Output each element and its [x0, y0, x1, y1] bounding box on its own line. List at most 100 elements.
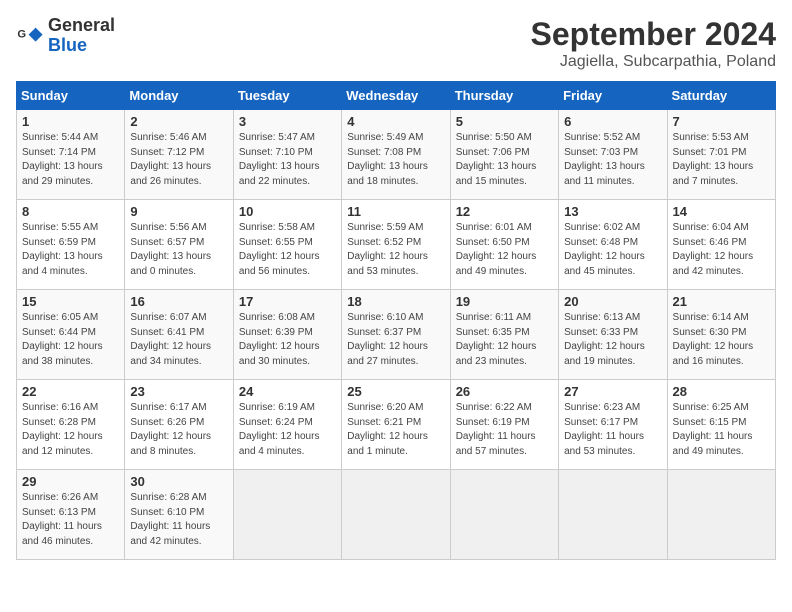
logo-general-text: General — [48, 15, 115, 35]
calendar-cell: 22Sunrise: 6:16 AM Sunset: 6:28 PM Dayli… — [17, 380, 125, 470]
calendar-cell: 24 Sunrise: 6:19 AM Sunset: 6:24 PM Dayli… — [233, 380, 341, 470]
day-header-thursday: Thursday — [450, 82, 558, 110]
day-header-monday: Monday — [125, 82, 233, 110]
logo: G General Blue — [16, 16, 115, 56]
calendar-table: SundayMondayTuesdayWednesdayThursdayFrid… — [16, 81, 776, 560]
day-header-tuesday: Tuesday — [233, 82, 341, 110]
calendar-cell: 9 Sunrise: 5:56 AM Sunset: 6:57 PM Daylig… — [125, 200, 233, 290]
logo-blue-text: Blue — [48, 35, 87, 55]
day-number: 19 — [456, 294, 553, 309]
calendar-cell: 26Sunrise: 6:22 AM Sunset: 6:19 PM Dayli… — [450, 380, 558, 470]
day-number: 23 — [130, 384, 227, 399]
calendar-cell — [667, 470, 775, 560]
calendar-cell: 3 Sunrise: 5:47 AM Sunset: 7:10 PM Daylig… — [233, 110, 341, 200]
day-content: Sunrise: 5:53 AM Sunset: 7:01 PM Dayligh… — [673, 131, 770, 189]
calendar-cell: 13Sunrise: 6:02 AM Sunset: 6:48 PM Dayli… — [559, 200, 667, 290]
day-number: 4 — [347, 114, 444, 129]
day-number: 28 — [673, 384, 770, 399]
calendar-cell: 7 Sunrise: 5:53 AM Sunset: 7:01 PM Daylig… — [667, 110, 775, 200]
calendar-week-row: 15 Sunrise: 6:05 AM Sunset: 6:44 PM Dayli… — [17, 290, 776, 380]
calendar-cell: 14 Sunrise: 6:04 AM Sunset: 6:46 PM Dayli… — [667, 200, 775, 290]
day-header-sunday: Sunday — [17, 82, 125, 110]
day-number: 5 — [456, 114, 553, 129]
calendar-cell: 16Sunrise: 6:07 AM Sunset: 6:41 PM Dayli… — [125, 290, 233, 380]
day-content: Sunrise: 5:55 AM Sunset: 6:59 PM Dayligh… — [22, 221, 119, 279]
calendar-cell: 27 Sunrise: 6:23 AM Sunset: 6:17 PM Dayli… — [559, 380, 667, 470]
calendar-cell: 6 Sunrise: 5:52 AM Sunset: 7:03 PM Daylig… — [559, 110, 667, 200]
day-header-saturday: Saturday — [667, 82, 775, 110]
day-content: Sunrise: 6:04 AM Sunset: 6:46 PM Dayligh… — [673, 221, 770, 279]
day-content: Sunrise: 6:23 AM Sunset: 6:17 PM Dayligh… — [564, 401, 661, 459]
day-content: Sunrise: 5:47 AM Sunset: 7:10 PM Dayligh… — [239, 131, 336, 189]
day-number: 14 — [673, 204, 770, 219]
calendar-cell: 5Sunrise: 5:50 AM Sunset: 7:06 PM Daylig… — [450, 110, 558, 200]
day-number: 29 — [22, 474, 119, 489]
calendar-cell: 2 Sunrise: 5:46 AM Sunset: 7:12 PM Daylig… — [125, 110, 233, 200]
calendar-cell: 20 Sunrise: 6:13 AM Sunset: 6:33 PM Dayli… — [559, 290, 667, 380]
day-number: 21 — [673, 294, 770, 309]
day-header-friday: Friday — [559, 82, 667, 110]
day-content: Sunrise: 6:28 AM Sunset: 6:10 PM Dayligh… — [130, 491, 227, 549]
day-number: 10 — [239, 204, 336, 219]
day-content: Sunrise: 6:19 AM Sunset: 6:24 PM Dayligh… — [239, 401, 336, 459]
day-number: 3 — [239, 114, 336, 129]
day-number: 7 — [673, 114, 770, 129]
day-number: 18 — [347, 294, 444, 309]
calendar-cell: 10 Sunrise: 5:58 AM Sunset: 6:55 PM Dayli… — [233, 200, 341, 290]
day-number: 16 — [130, 294, 227, 309]
logo-icon: G — [16, 22, 44, 50]
calendar-cell: 11 Sunrise: 5:59 AM Sunset: 6:52 PM Dayli… — [342, 200, 450, 290]
day-number: 20 — [564, 294, 661, 309]
day-content: Sunrise: 5:56 AM Sunset: 6:57 PM Dayligh… — [130, 221, 227, 279]
day-number: 15 — [22, 294, 119, 309]
calendar-week-row: 22Sunrise: 6:16 AM Sunset: 6:28 PM Dayli… — [17, 380, 776, 470]
location-title: Jagiella, Subcarpathia, Poland — [531, 53, 776, 71]
day-content: Sunrise: 6:11 AM Sunset: 6:35 PM Dayligh… — [456, 311, 553, 369]
calendar-cell: 18 Sunrise: 6:10 AM Sunset: 6:37 PM Dayli… — [342, 290, 450, 380]
day-content: Sunrise: 6:26 AM Sunset: 6:13 PM Dayligh… — [22, 491, 119, 549]
calendar-cell — [450, 470, 558, 560]
day-content: Sunrise: 6:20 AM Sunset: 6:21 PM Dayligh… — [347, 401, 444, 459]
title-area: September 2024 Jagiella, Subcarpathia, P… — [531, 16, 776, 71]
day-content: Sunrise: 6:08 AM Sunset: 6:39 PM Dayligh… — [239, 311, 336, 369]
day-number: 24 — [239, 384, 336, 399]
calendar-week-row: 1Sunrise: 5:44 AM Sunset: 7:14 PM Daylig… — [17, 110, 776, 200]
calendar-cell — [233, 470, 341, 560]
day-content: Sunrise: 6:05 AM Sunset: 6:44 PM Dayligh… — [22, 311, 119, 369]
calendar-cell: 19 Sunrise: 6:11 AM Sunset: 6:35 PM Dayli… — [450, 290, 558, 380]
day-content: Sunrise: 5:44 AM Sunset: 7:14 PM Dayligh… — [22, 131, 119, 189]
day-content: Sunrise: 6:22 AM Sunset: 6:19 PM Dayligh… — [456, 401, 553, 459]
day-content: Sunrise: 6:02 AM Sunset: 6:48 PM Dayligh… — [564, 221, 661, 279]
day-content: Sunrise: 6:16 AM Sunset: 6:28 PM Dayligh… — [22, 401, 119, 459]
day-number: 30 — [130, 474, 227, 489]
calendar-cell: 21Sunrise: 6:14 AM Sunset: 6:30 PM Dayli… — [667, 290, 775, 380]
day-number: 9 — [130, 204, 227, 219]
day-content: Sunrise: 5:58 AM Sunset: 6:55 PM Dayligh… — [239, 221, 336, 279]
day-content: Sunrise: 6:10 AM Sunset: 6:37 PM Dayligh… — [347, 311, 444, 369]
calendar-cell: 1Sunrise: 5:44 AM Sunset: 7:14 PM Daylig… — [17, 110, 125, 200]
day-content: Sunrise: 5:52 AM Sunset: 7:03 PM Dayligh… — [564, 131, 661, 189]
calendar-cell: 25 Sunrise: 6:20 AM Sunset: 6:21 PM Dayli… — [342, 380, 450, 470]
day-number: 27 — [564, 384, 661, 399]
calendar-cell: 12 Sunrise: 6:01 AM Sunset: 6:50 PM Dayli… — [450, 200, 558, 290]
day-number: 11 — [347, 204, 444, 219]
svg-text:G: G — [17, 28, 26, 40]
calendar-week-row: 29 Sunrise: 6:26 AM Sunset: 6:13 PM Dayli… — [17, 470, 776, 560]
day-number: 12 — [456, 204, 553, 219]
calendar-cell: 8Sunrise: 5:55 AM Sunset: 6:59 PM Daylig… — [17, 200, 125, 290]
day-number: 6 — [564, 114, 661, 129]
day-content: Sunrise: 6:01 AM Sunset: 6:50 PM Dayligh… — [456, 221, 553, 279]
day-content: Sunrise: 5:59 AM Sunset: 6:52 PM Dayligh… — [347, 221, 444, 279]
calendar-cell: 30 Sunrise: 6:28 AM Sunset: 6:10 PM Dayli… — [125, 470, 233, 560]
day-content: Sunrise: 5:49 AM Sunset: 7:08 PM Dayligh… — [347, 131, 444, 189]
month-title: September 2024 — [531, 16, 776, 53]
day-number: 2 — [130, 114, 227, 129]
day-content: Sunrise: 6:25 AM Sunset: 6:15 PM Dayligh… — [673, 401, 770, 459]
day-number: 25 — [347, 384, 444, 399]
calendar-cell: 15 Sunrise: 6:05 AM Sunset: 6:44 PM Dayli… — [17, 290, 125, 380]
calendar-cell — [559, 470, 667, 560]
day-number: 17 — [239, 294, 336, 309]
day-content: Sunrise: 5:46 AM Sunset: 7:12 PM Dayligh… — [130, 131, 227, 189]
header: G General Blue September 2024 Jagiella, … — [16, 16, 776, 71]
day-content: Sunrise: 6:13 AM Sunset: 6:33 PM Dayligh… — [564, 311, 661, 369]
